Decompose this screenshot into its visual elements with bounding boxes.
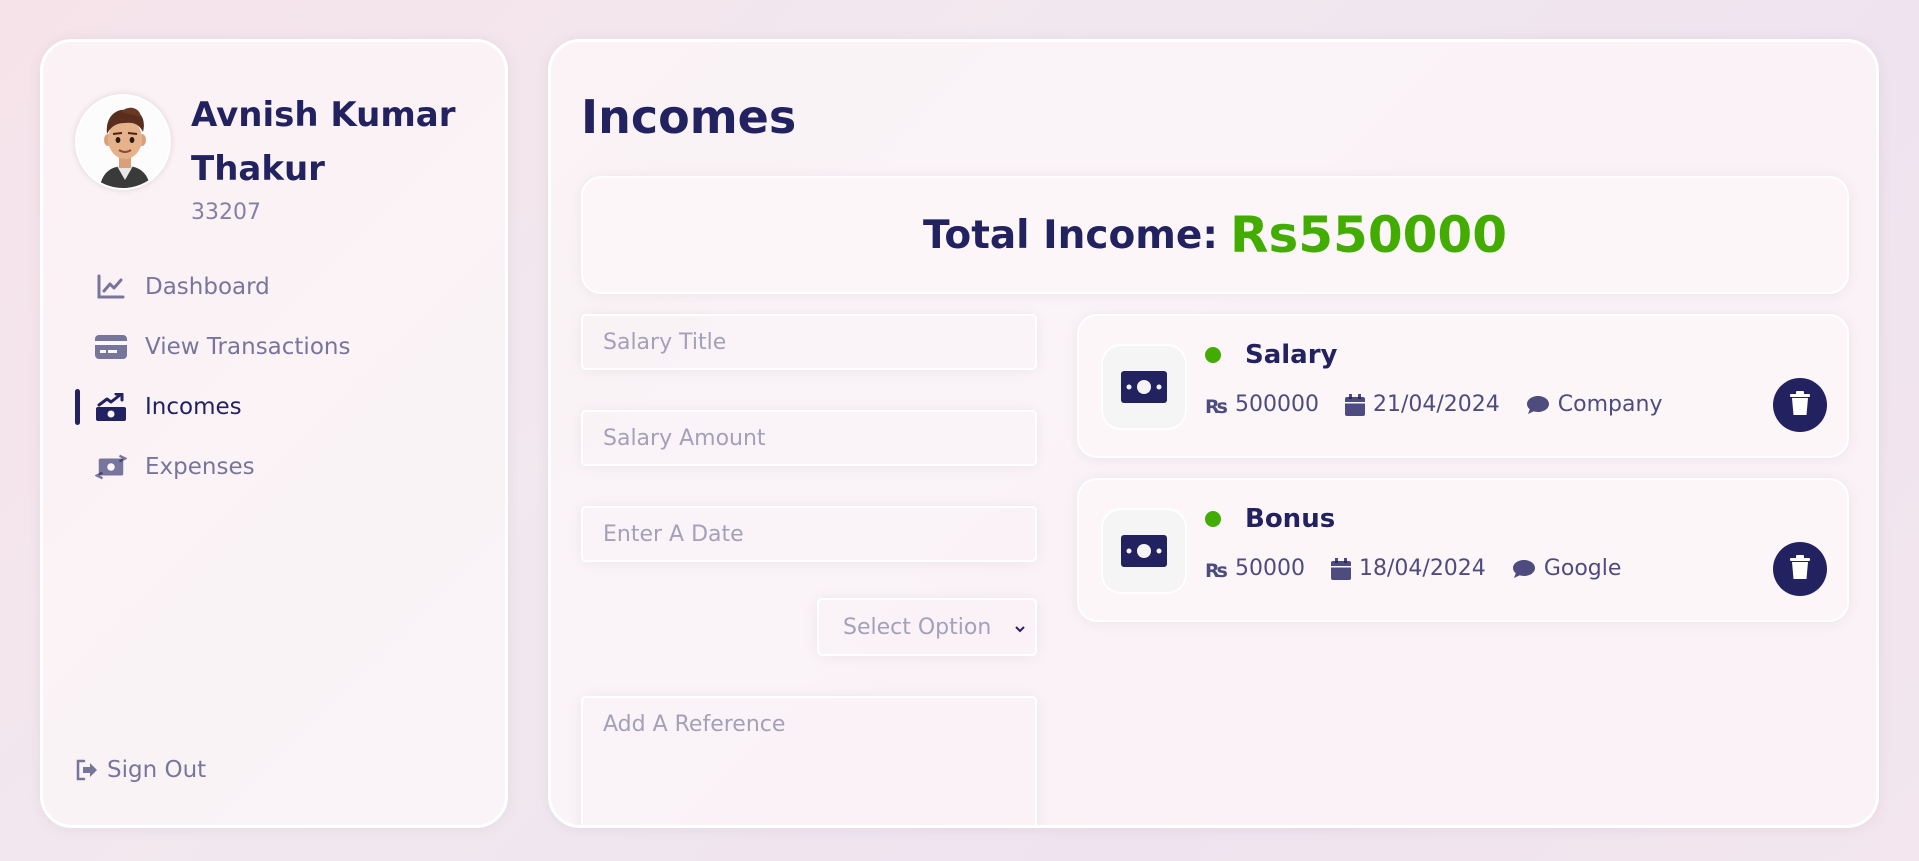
delete-button[interactable] [1773, 542, 1827, 596]
sign-out-label: Sign Out [107, 757, 207, 783]
nav-menu: Dashboard View Transactions Incomes Expe… [75, 257, 475, 497]
nav-label-view-transactions: View Transactions [145, 334, 351, 360]
income-title: Salary [1245, 340, 1338, 370]
sign-out-button[interactable]: Sign Out [75, 757, 206, 783]
income-item: Salary ₨ 500000 21/04/2024 Company [1077, 314, 1849, 458]
income-title: Bonus [1245, 504, 1336, 534]
money-bill-transfer-icon [95, 453, 127, 481]
nav-item-incomes[interactable]: Incomes [75, 377, 475, 437]
calendar-icon [1331, 557, 1351, 580]
nav-item-dashboard[interactable]: Dashboard [75, 257, 475, 317]
svg-text:₨: ₨ [1205, 560, 1227, 581]
comment-icon [1512, 559, 1536, 579]
delete-button[interactable] [1773, 378, 1827, 432]
trash-icon [1790, 391, 1810, 419]
calendar-icon [1344, 393, 1365, 416]
total-income-box: Total Income: Rs550000 [581, 176, 1849, 294]
user-id: 33207 [191, 200, 261, 225]
main-panel: Incomes Total Income: Rs550000 Select Op… [548, 39, 1879, 828]
money-bill-trend-up-icon [95, 393, 127, 421]
credit-card-icon [95, 333, 127, 361]
income-list: Salary ₨ 500000 21/04/2024 Company Bonus… [1077, 314, 1849, 642]
income-amount: 500000 [1235, 392, 1319, 417]
chevron-down-icon [1013, 615, 1027, 640]
nav-item-view-transactions[interactable]: View Transactions [75, 317, 475, 377]
income-description: Google [1543, 556, 1622, 581]
sign-out-icon [75, 758, 101, 782]
date-input[interactable] [581, 506, 1037, 562]
category-select[interactable]: Select Option [817, 598, 1037, 656]
chart-line-icon [95, 273, 127, 301]
svg-text:₨: ₨ [1205, 396, 1227, 417]
sidebar: Avnish Kumar Thakur 33207 Dashboard View… [40, 39, 508, 828]
income-description: Company [1557, 392, 1663, 417]
total-income-amount: Rs550000 [1229, 206, 1507, 264]
income-item: Bonus ₨ 50000 18/04/2024 Google [1077, 478, 1849, 622]
income-form: Select Option [581, 314, 1037, 825]
trash-icon [1790, 555, 1810, 583]
nav-item-expenses[interactable]: Expenses [75, 437, 475, 497]
money-bill-icon [1101, 508, 1187, 594]
category-select-value: Select Option [843, 614, 992, 640]
nav-label-incomes: Incomes [145, 394, 242, 420]
status-dot [1205, 347, 1221, 363]
nav-label-expenses: Expenses [145, 454, 255, 480]
status-dot [1205, 511, 1221, 527]
reference-textarea[interactable] [581, 696, 1037, 825]
user-profile: Avnish Kumar Thakur 33207 [75, 94, 471, 225]
rupee-icon: ₨ [1205, 557, 1227, 581]
nav-label-dashboard: Dashboard [145, 274, 270, 300]
total-income-label: Total Income: [922, 212, 1218, 258]
income-amount: 50000 [1235, 556, 1305, 581]
page-title: Incomes [581, 90, 797, 144]
user-name: Avnish Kumar Thakur [191, 95, 456, 189]
income-date: 18/04/2024 [1359, 556, 1486, 581]
avatar [75, 94, 171, 190]
salary-amount-input[interactable] [581, 410, 1037, 466]
rupee-icon: ₨ [1205, 393, 1227, 417]
comment-icon [1526, 395, 1550, 415]
salary-title-input[interactable] [581, 314, 1037, 370]
money-bill-icon [1101, 344, 1187, 430]
income-date: 21/04/2024 [1372, 392, 1500, 417]
